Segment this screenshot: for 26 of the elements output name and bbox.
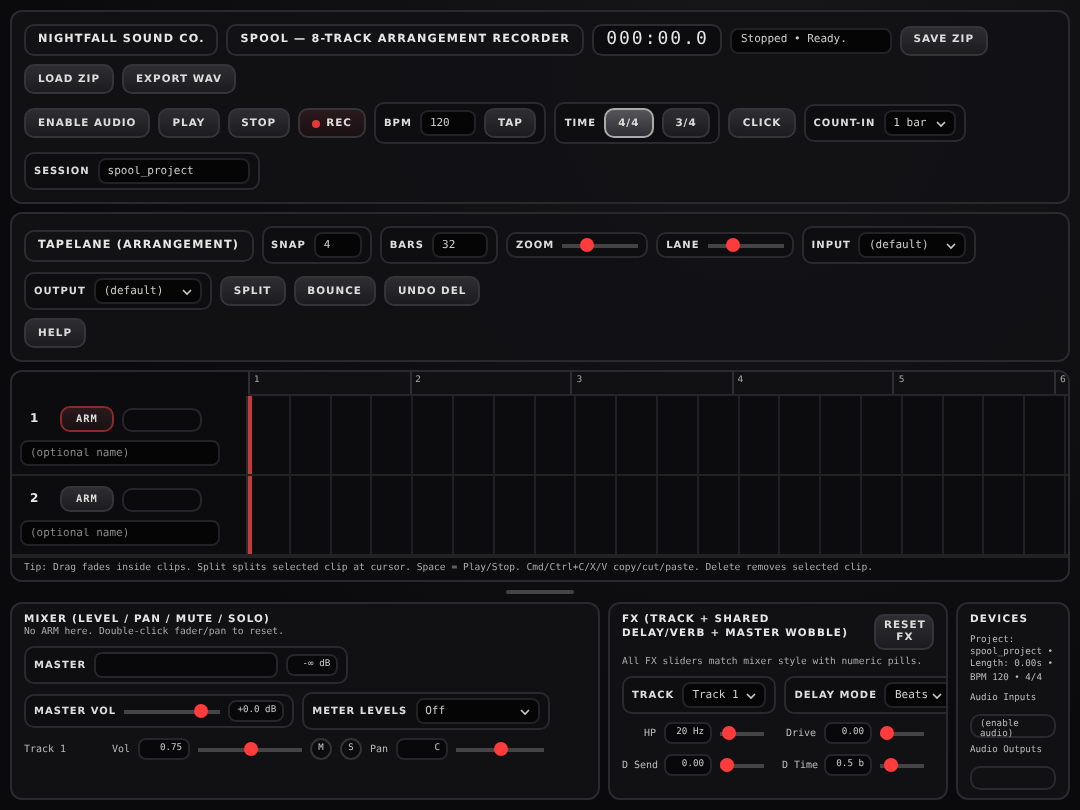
chevron-down-icon <box>935 119 946 127</box>
slider-thumb[interactable] <box>880 726 894 740</box>
chevron-down-icon <box>519 707 530 716</box>
record-dot-icon <box>312 119 321 127</box>
time-display: 000:00.0 <box>592 24 723 56</box>
slider-thumb[interactable] <box>726 238 741 252</box>
audio-outputs-box <box>970 766 1056 791</box>
slider-thumb[interactable] <box>193 704 208 719</box>
fx-param-slider[interactable] <box>720 758 764 772</box>
zoom-slider[interactable] <box>562 238 639 252</box>
chevron-down-icon <box>946 241 957 249</box>
fx-param-slider[interactable] <box>880 758 924 772</box>
fx-param-slider[interactable] <box>720 726 764 740</box>
slider-thumb[interactable] <box>580 238 595 252</box>
chevron-down-icon <box>181 287 192 295</box>
slider-thumb[interactable] <box>243 742 258 757</box>
chevron-down-icon <box>746 691 757 699</box>
slider-thumb[interactable] <box>883 758 897 772</box>
track-meter <box>121 487 202 511</box>
slider-thumb[interactable] <box>721 726 736 740</box>
slider-thumb[interactable] <box>720 758 734 772</box>
resize-handle[interactable] <box>506 590 574 594</box>
fx-param-slider[interactable] <box>880 726 924 740</box>
chevron-down-icon <box>932 691 943 699</box>
track-meter <box>121 407 202 431</box>
slider-thumb[interactable] <box>493 742 508 757</box>
